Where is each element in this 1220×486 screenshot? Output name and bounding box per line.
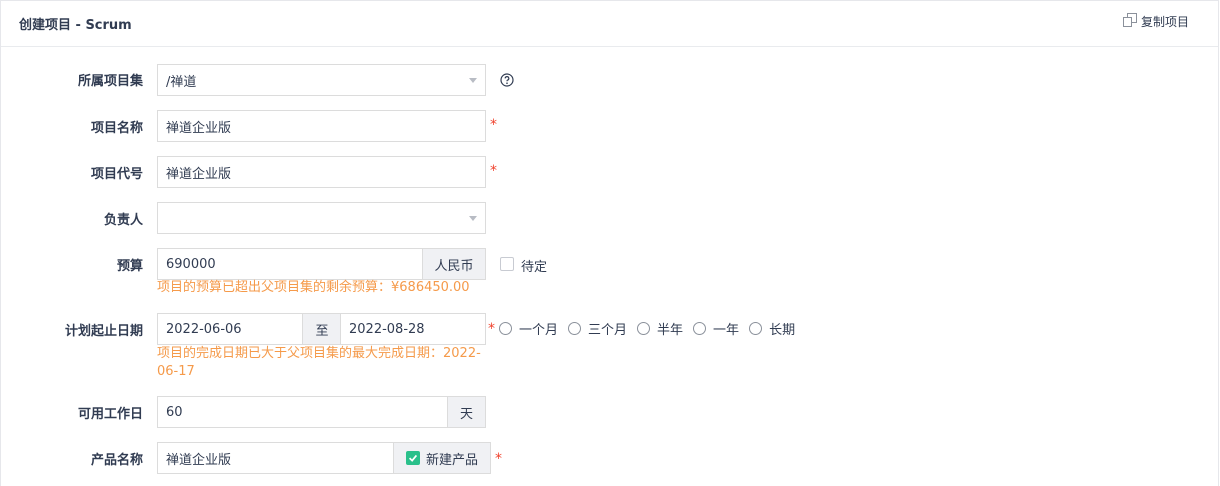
budget-pending-label[interactable]: 待定	[521, 256, 547, 275]
radio-three-months[interactable]: 三个月	[568, 319, 627, 338]
radio-one-year[interactable]: 一年	[693, 319, 739, 338]
budget-pending-checkbox[interactable]	[500, 257, 514, 271]
program-select[interactable]: /禅道	[157, 64, 486, 96]
end-date-input[interactable]: 2022-08-28	[340, 313, 486, 345]
begin-date-value: 2022-06-06	[166, 321, 242, 337]
end-date-value: 2022-08-28	[349, 321, 425, 337]
budget-unit-addon: 人民币	[422, 248, 486, 280]
chevron-down-icon	[469, 216, 477, 221]
copy-project-label: 复制项目	[1141, 15, 1190, 29]
workdays-unit-addon: 天	[447, 396, 486, 428]
required-marker: *	[488, 321, 495, 337]
copy-project-button[interactable]: 复制项目	[1123, 13, 1189, 30]
radio-label: 半年	[657, 323, 684, 338]
budget-label: 预算	[116, 259, 143, 274]
help-icon[interactable]	[500, 73, 514, 87]
dates-warning-line1: 项目的完成日期已大于父项目集的最大完成日期：2022-	[157, 346, 481, 361]
dates-warning-line2: 06-17	[157, 364, 195, 379]
program-select-value: /禅道	[166, 74, 197, 90]
budget-value: 690000	[166, 256, 216, 272]
budget-warning: 项目的预算已超出父项目集的剩余预算：¥686450.00	[157, 280, 470, 295]
product-name-value: 禅道企业版	[166, 452, 232, 468]
radio-one-month[interactable]: 一个月	[499, 319, 558, 338]
required-marker: *	[495, 451, 502, 467]
required-marker: *	[490, 117, 497, 133]
product-name-input[interactable]: 禅道企业版	[157, 442, 395, 474]
create-project-panel: 创建项目 - Scrum 复制项目 所属项目集 /禅道 项目名称 禅道企业版 *…	[0, 0, 1219, 486]
product-label: 产品名称	[90, 453, 143, 468]
panel-header: 创建项目 - Scrum 复制项目	[1, 1, 1218, 47]
radio-half-year[interactable]: 半年	[637, 319, 683, 338]
workdays-label: 可用工作日	[77, 407, 143, 422]
radio-circle	[568, 322, 582, 335]
checked-checkbox-icon	[405, 451, 420, 465]
project-name-input[interactable]: 禅道企业版	[157, 110, 486, 142]
radio-label: 一年	[713, 323, 740, 338]
radio-label: 一个月	[519, 323, 559, 338]
radio-circle	[637, 322, 651, 335]
copy-icon	[1123, 13, 1137, 30]
name-label: 项目名称	[90, 121, 143, 136]
date-separator: 至	[302, 313, 342, 345]
begin-date-input[interactable]: 2022-06-06	[157, 313, 304, 345]
dates-label: 计划起止日期	[64, 324, 143, 339]
owner-select[interactable]	[157, 202, 486, 234]
budget-input[interactable]: 690000	[157, 248, 424, 280]
new-product-toggle[interactable]: 新建产品	[393, 442, 491, 474]
required-marker: *	[490, 163, 497, 179]
new-product-label: 新建产品	[425, 452, 478, 468]
code-label: 项目代号	[90, 167, 143, 182]
radio-circle	[499, 322, 512, 335]
page-title: 创建项目 - Scrum	[19, 18, 132, 33]
chevron-down-icon	[469, 78, 477, 83]
radio-label: 三个月	[588, 323, 628, 338]
duration-radio-group: 一个月 三个月 半年 一年 长期	[499, 319, 805, 338]
radio-circle	[693, 322, 707, 335]
radio-circle	[749, 322, 763, 335]
workdays-value: 60	[166, 404, 183, 420]
project-code-value: 禅道企业版	[166, 166, 232, 182]
radio-long-term[interactable]: 长期	[749, 319, 795, 338]
owner-label: 负责人	[103, 213, 143, 228]
program-label: 所属项目集	[77, 74, 143, 89]
workdays-input[interactable]: 60	[157, 396, 449, 428]
project-code-input[interactable]: 禅道企业版	[157, 156, 486, 188]
project-name-value: 禅道企业版	[166, 120, 232, 136]
radio-label: 长期	[769, 323, 796, 338]
